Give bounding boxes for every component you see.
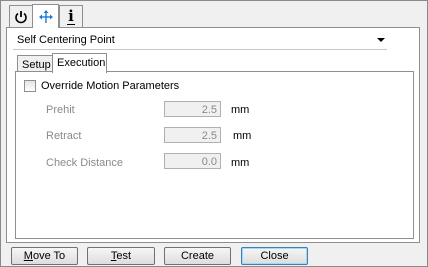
create-label: Create — [180, 250, 215, 262]
chevron-down-icon[interactable] — [377, 38, 385, 42]
retract-label: Retract — [46, 130, 82, 142]
prehit-value: 2.5 — [201, 104, 217, 116]
move-arrows-icon — [38, 9, 53, 23]
info-icon-underline — [67, 24, 75, 25]
tab-power[interactable] — [9, 5, 33, 27]
operation-select-value: Self Centering Point — [17, 34, 115, 46]
prehit-label: Prehit — [46, 104, 75, 116]
move-to-label: ove To — [32, 250, 66, 262]
tab-setup-label: Setup — [22, 59, 51, 71]
retract-value: 2.5 — [201, 130, 217, 142]
tab-motion[interactable] — [32, 4, 59, 28]
close-button[interactable]: Close — [241, 247, 308, 265]
tab-setup[interactable]: Setup — [17, 55, 53, 72]
tab-info[interactable]: i — [59, 5, 83, 27]
power-icon — [15, 10, 27, 23]
tab-execution-label: Execution — [57, 57, 106, 69]
retract-field[interactable]: 2.5 — [164, 127, 221, 143]
retract-unit: mm — [233, 130, 252, 142]
divider — [13, 49, 387, 50]
check-distance-field[interactable]: 0.0 — [164, 153, 221, 169]
test-button[interactable]: Test — [87, 247, 155, 265]
check-distance-value: 0.0 — [201, 156, 217, 168]
prehit-field[interactable]: 2.5 — [164, 101, 221, 117]
check-distance-label: Check Distance — [46, 157, 124, 169]
move-to-button[interactable]: Move To — [11, 247, 78, 265]
info-icon: i — [68, 7, 74, 25]
operation-select[interactable]: Self Centering Point — [13, 31, 392, 50]
create-button[interactable]: Create — [164, 247, 231, 265]
override-motion-checkbox[interactable] — [24, 80, 36, 92]
move-to-accel: M — [23, 250, 33, 262]
prehit-unit: mm — [231, 104, 250, 116]
test-label: est — [116, 250, 132, 262]
check-distance-unit: mm — [231, 157, 250, 169]
override-motion-label[interactable]: Override Motion Parameters — [41, 80, 179, 92]
close-label: Close — [260, 250, 289, 262]
tab-execution[interactable]: Execution — [52, 53, 107, 73]
